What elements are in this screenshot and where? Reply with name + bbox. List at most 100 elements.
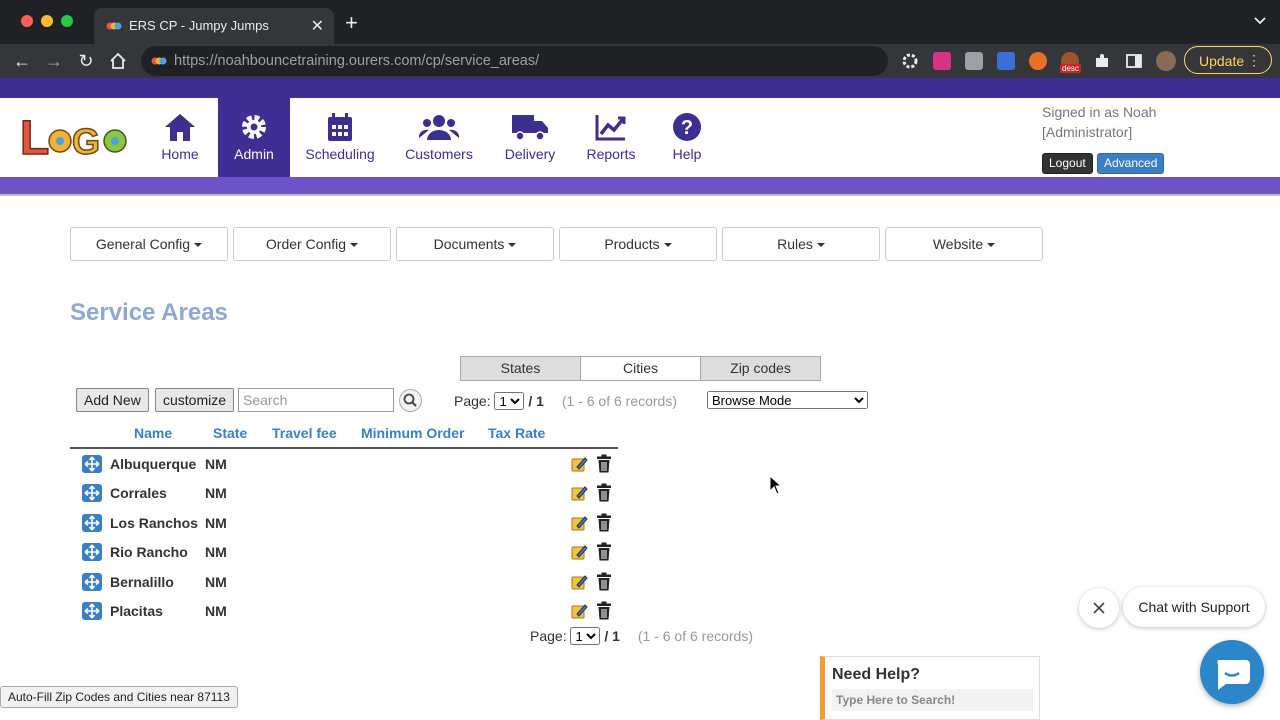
- update-button[interactable]: Update ⋮: [1184, 46, 1272, 74]
- table-row: Bernalillo NM: [70, 567, 618, 596]
- tab-cities[interactable]: Cities: [580, 356, 701, 381]
- advanced-button[interactable]: Advanced: [1097, 153, 1165, 174]
- url-text: https://noahbouncetraining.ourers.com/cp…: [174, 53, 540, 69]
- logout-button[interactable]: Logout: [1042, 153, 1093, 174]
- city-state: NM: [205, 485, 227, 502]
- expand-row-button[interactable]: [82, 572, 102, 591]
- settings-extension-icon[interactable]: [901, 52, 919, 70]
- more-menu-icon[interactable]: ⋮: [1247, 51, 1261, 69]
- table-row: Los Ranchos NM: [70, 508, 618, 537]
- edit-icon[interactable]: [570, 602, 588, 620]
- order-config-menu[interactable]: Order Config: [233, 227, 391, 261]
- nav-reports[interactable]: Reports: [580, 98, 642, 177]
- trash-icon[interactable]: [596, 572, 612, 591]
- home-browser-icon[interactable]: [108, 51, 128, 71]
- products-menu[interactable]: Products: [559, 227, 717, 261]
- trash-icon[interactable]: [596, 601, 612, 620]
- general-config-menu[interactable]: General Config: [70, 227, 228, 261]
- svg-text:?: ?: [681, 117, 693, 139]
- question-icon: ?: [673, 113, 701, 141]
- column-header-travel-fee[interactable]: Travel fee: [272, 425, 337, 441]
- tab-close-icon[interactable]: ✕: [311, 16, 324, 36]
- chat-launcher-button[interactable]: [1200, 640, 1264, 704]
- need-help-widget: Need Help?: [820, 656, 1040, 720]
- nav-customers[interactable]: Customers: [398, 98, 480, 177]
- browser-toolbar: ← → ↻ https://noahbouncetraining.ourers.…: [0, 44, 1280, 78]
- nav-admin[interactable]: Admin: [218, 98, 290, 177]
- extensions-puzzle-icon[interactable]: [1093, 52, 1111, 70]
- side-panel-icon[interactable]: [1125, 52, 1143, 70]
- expand-row-button[interactable]: [82, 484, 102, 503]
- extension-badge: desc: [1060, 64, 1081, 73]
- nav-help[interactable]: ? Help: [662, 98, 712, 177]
- expand-row-button[interactable]: [82, 543, 102, 562]
- add-new-button[interactable]: Add New: [76, 388, 149, 412]
- move-arrows-icon: [84, 603, 100, 619]
- caret-down-icon: [508, 243, 517, 248]
- page-select[interactable]: 1: [570, 627, 601, 645]
- chat-with-support-button[interactable]: Chat with Support: [1123, 587, 1265, 627]
- search-button[interactable]: [399, 389, 422, 412]
- address-bar[interactable]: https://noahbouncetraining.ourers.com/cp…: [141, 46, 888, 76]
- extension-gray-icon[interactable]: [965, 52, 983, 70]
- pager-bottom: Page: 1 / 1 (1 - 6 of 6 records): [530, 627, 753, 645]
- city-name: Corrales: [110, 485, 167, 502]
- city-state: NM: [205, 514, 227, 531]
- nav-scheduling[interactable]: Scheduling: [298, 98, 382, 177]
- extension-duckduckgo-icon[interactable]: [1029, 52, 1047, 70]
- page-select[interactable]: 1: [494, 392, 525, 410]
- rules-menu[interactable]: Rules: [722, 227, 880, 261]
- table-row: Corrales NM: [70, 478, 618, 507]
- table-row: Placitas NM: [70, 596, 618, 625]
- trash-icon[interactable]: [596, 483, 612, 502]
- tab-zip-codes[interactable]: Zip codes: [700, 356, 821, 381]
- column-header-minimum-order[interactable]: Minimum Order: [361, 425, 464, 441]
- minimize-window-button[interactable]: [41, 15, 53, 27]
- move-arrows-icon: [84, 485, 100, 501]
- gear-icon: [242, 115, 266, 139]
- back-icon[interactable]: ←: [12, 51, 32, 71]
- edit-icon[interactable]: [570, 573, 588, 591]
- edit-icon[interactable]: [570, 543, 588, 561]
- edit-icon[interactable]: [570, 484, 588, 502]
- expand-row-button[interactable]: [82, 455, 102, 473]
- website-menu[interactable]: Website: [885, 227, 1043, 261]
- close-window-button[interactable]: [21, 15, 33, 27]
- browser-tab[interactable]: ERS CP - Jumpy Jumps ✕: [94, 8, 334, 44]
- expand-row-button[interactable]: [82, 513, 102, 532]
- trash-icon[interactable]: [596, 513, 612, 532]
- header-top-stripe: [0, 78, 1280, 98]
- new-tab-icon[interactable]: +: [345, 12, 358, 34]
- trash-icon[interactable]: [596, 542, 612, 561]
- nav-home[interactable]: Home: [142, 98, 218, 177]
- forward-icon[interactable]: →: [44, 51, 64, 71]
- search-icon: [403, 393, 417, 407]
- column-header-name[interactable]: Name: [134, 425, 172, 441]
- documents-menu[interactable]: Documents: [396, 227, 554, 261]
- extension-pink-icon[interactable]: [933, 52, 951, 70]
- help-search-input[interactable]: [832, 689, 1033, 711]
- city-name: Los Ranchos: [110, 514, 198, 531]
- nav-delivery[interactable]: Delivery: [500, 98, 560, 177]
- move-arrows-icon: [84, 544, 100, 560]
- calendar-icon: [328, 113, 352, 141]
- column-header-tax-rate[interactable]: Tax Rate: [488, 425, 545, 441]
- mode-select[interactable]: Browse Mode: [707, 391, 868, 409]
- site-info-icon[interactable]: [151, 54, 167, 68]
- chat-close-button[interactable]: [1079, 588, 1119, 628]
- city-state: NM: [205, 603, 227, 619]
- edit-icon[interactable]: [570, 455, 588, 473]
- reload-icon[interactable]: ↻: [76, 51, 96, 71]
- extension-search-icon[interactable]: [997, 52, 1015, 70]
- customize-button[interactable]: customize: [155, 388, 235, 412]
- tab-states[interactable]: States: [460, 356, 581, 381]
- edit-icon[interactable]: [570, 514, 588, 532]
- expand-row-button[interactable]: [82, 602, 102, 620]
- column-header-state[interactable]: State: [213, 425, 247, 441]
- profile-avatar[interactable]: [1156, 51, 1176, 71]
- maximize-window-button[interactable]: [61, 15, 73, 27]
- search-input[interactable]: [238, 388, 394, 412]
- city-name: Albuquerque: [110, 456, 197, 472]
- trash-icon[interactable]: [596, 454, 612, 473]
- tab-search-chevron-icon[interactable]: [1254, 15, 1266, 27]
